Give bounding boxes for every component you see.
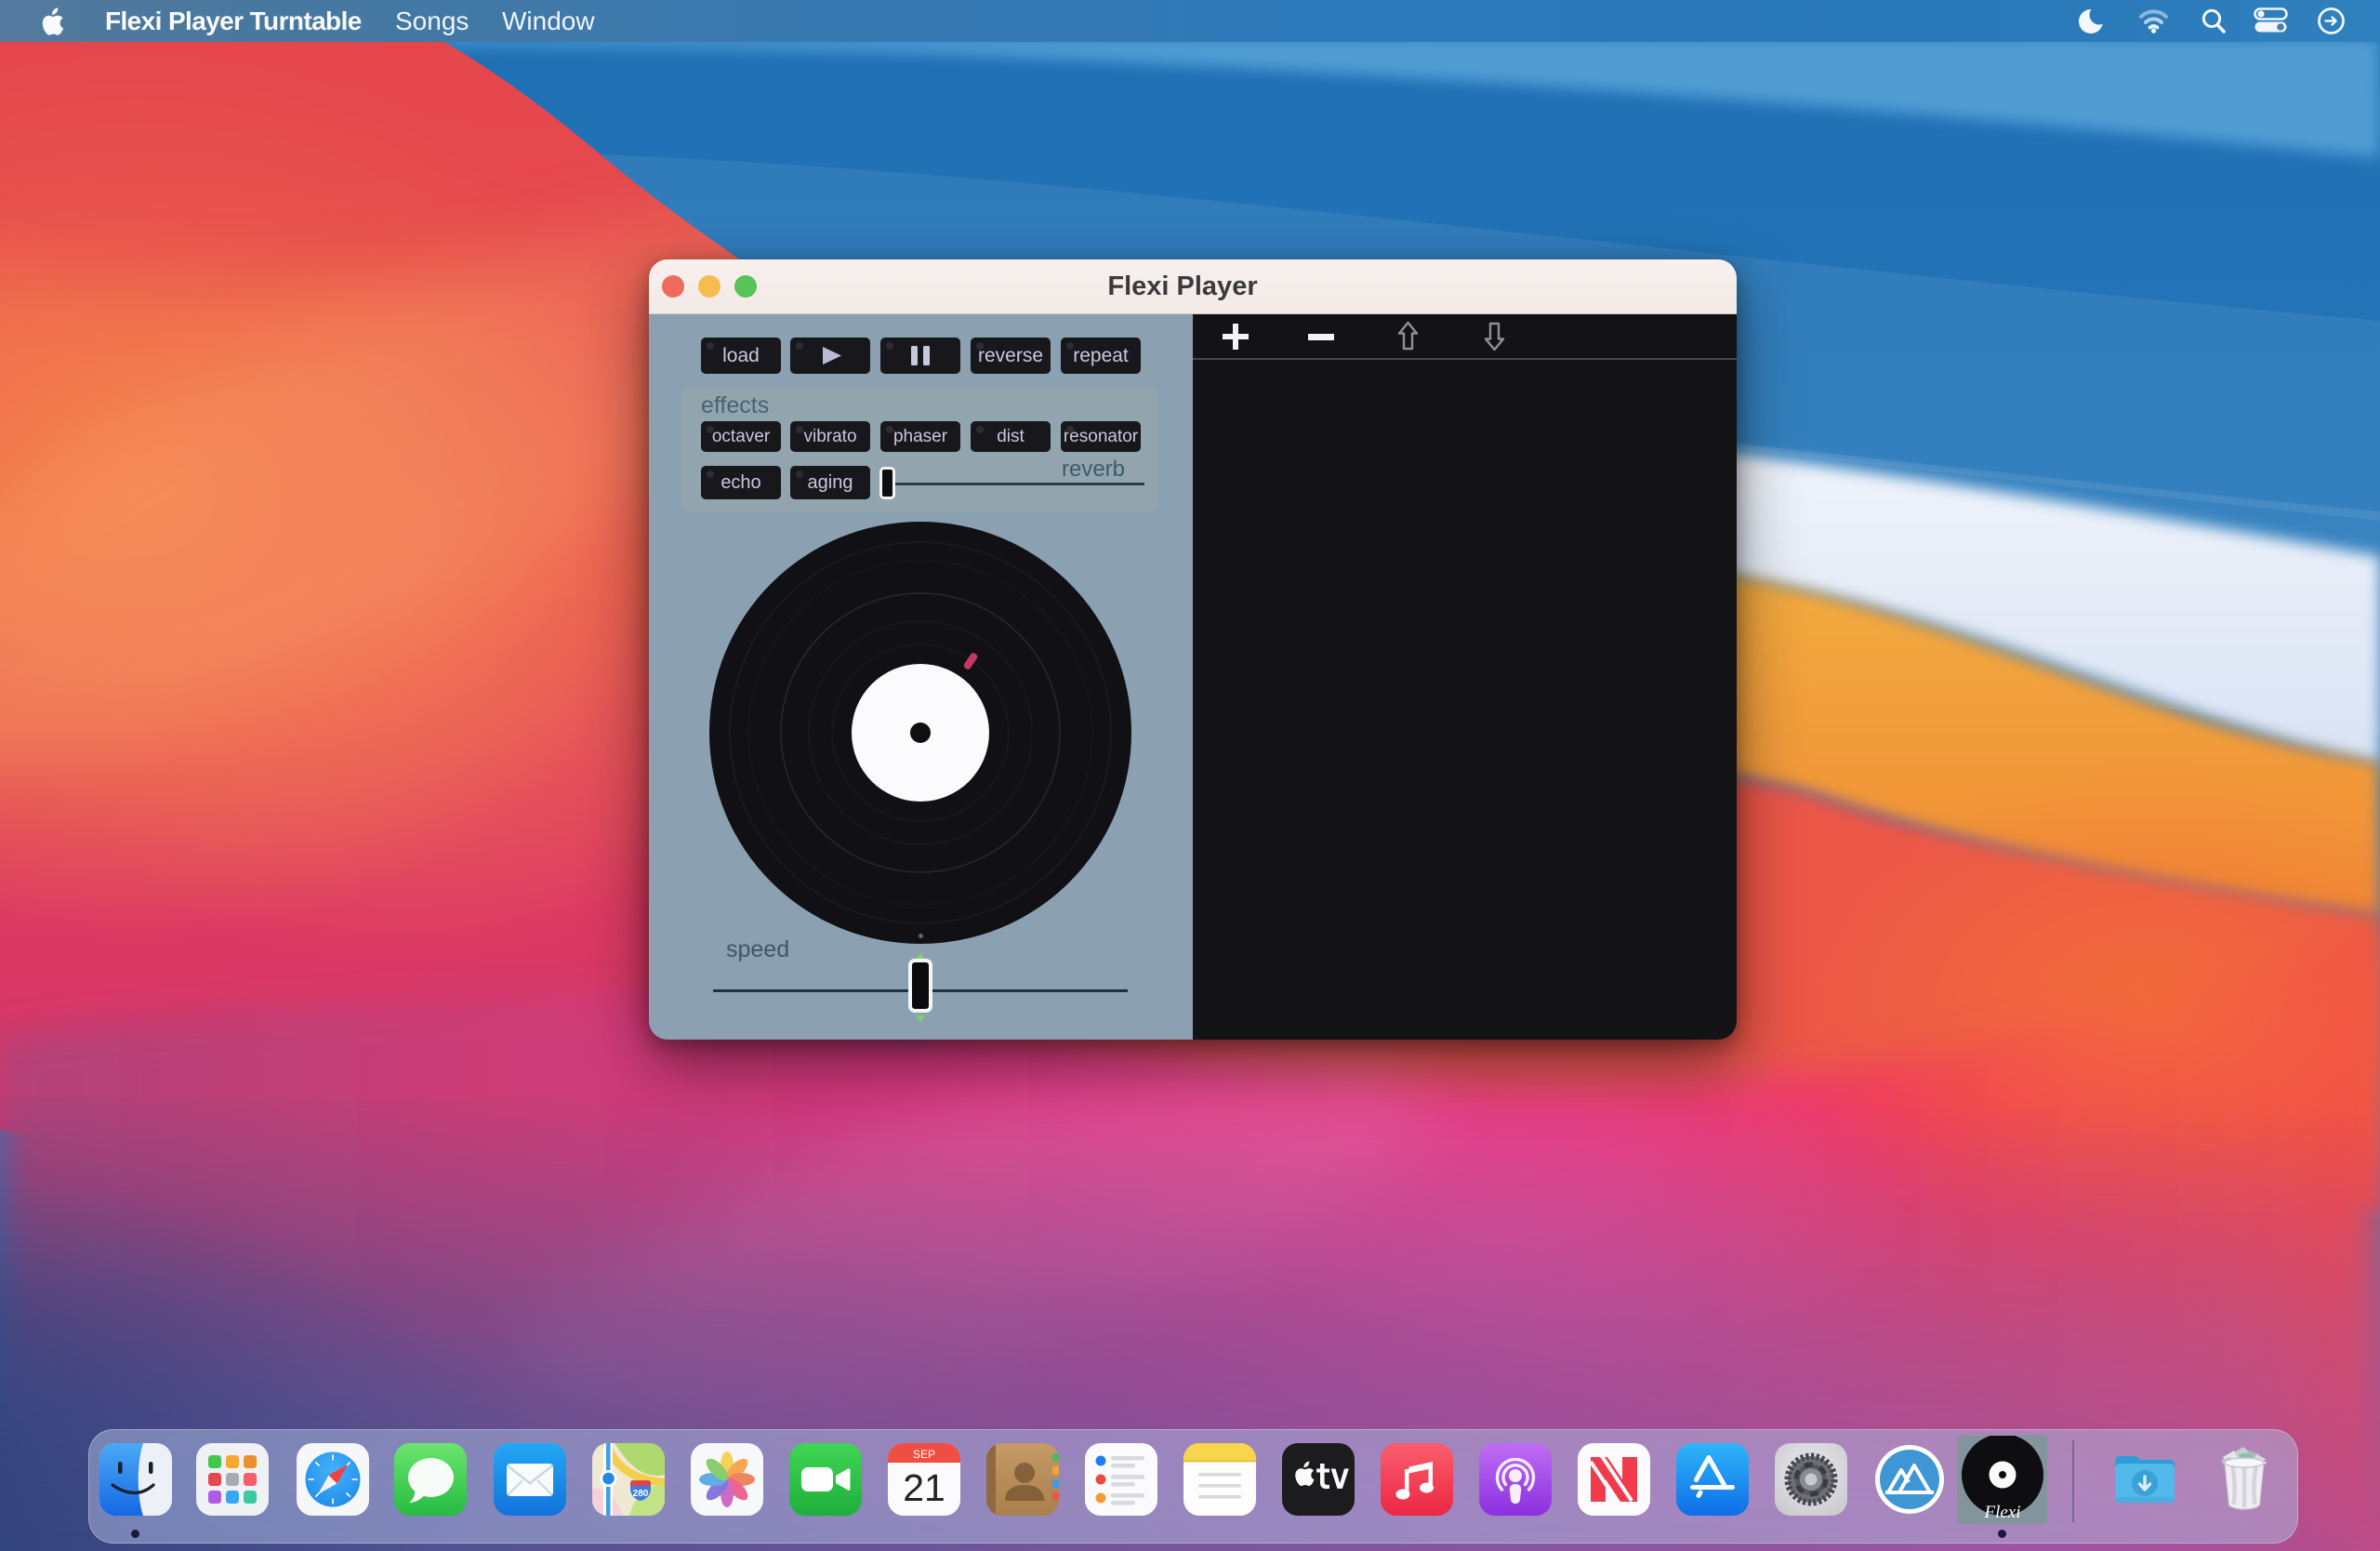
svg-text:SEP: SEP xyxy=(913,1448,935,1461)
svg-text:280: 280 xyxy=(633,1489,649,1499)
svg-text:21: 21 xyxy=(903,1466,945,1509)
svg-text:Flexi: Flexi xyxy=(1983,1503,2020,1522)
